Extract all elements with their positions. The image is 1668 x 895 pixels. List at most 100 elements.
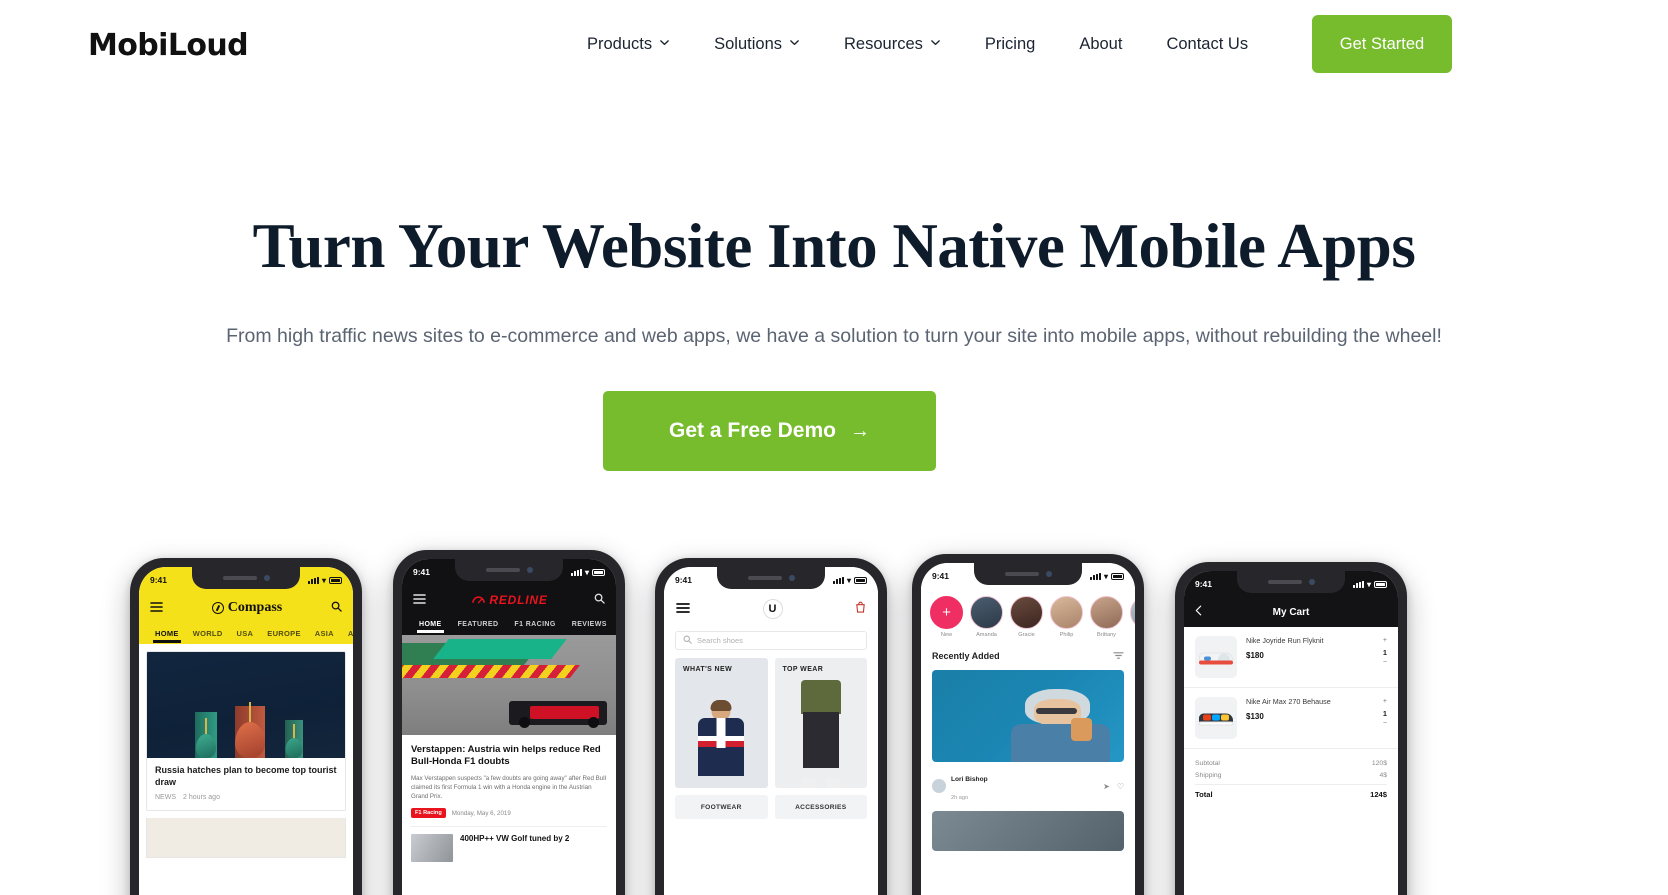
heart-icon[interactable]: ♡ [1117, 782, 1124, 791]
page-title: Turn Your Website Into Native Mobile App… [252, 211, 1416, 281]
phone-mockup-u-shop-app: 9:41 ▾ U Search shoes WHAT'S NEW TOP WEA… [655, 558, 887, 895]
get-started-button[interactable]: Get Started [1312, 15, 1452, 73]
tab-world[interactable]: WORLD [186, 629, 230, 638]
signal-icon [1089, 572, 1101, 580]
speaker-icon [747, 576, 782, 580]
tab-usa[interactable]: USA [230, 629, 261, 638]
post-author: Lori Bishop [951, 776, 988, 783]
article-title: Verstappen: Austria win helps reduce Red… [411, 744, 601, 768]
article-card[interactable]: Russia hatches plan to become top touris… [146, 651, 346, 811]
category-card-whats-new[interactable]: WHAT'S NEW [675, 658, 768, 788]
battery-icon [329, 576, 342, 584]
story-item-extra[interactable]: L [1130, 596, 1135, 638]
product-price: $130 [1246, 712, 1264, 722]
next-article-row[interactable]: 400HP++ VW Golf tuned by 2 [411, 826, 607, 863]
get-a-free-demo-button[interactable]: Get a Free Demo → [603, 391, 936, 471]
decrease-button[interactable]: − [1383, 720, 1387, 727]
nav-item-about[interactable]: About [1057, 0, 1144, 88]
category-card-footwear[interactable]: FOOTWEAR [675, 795, 768, 819]
search-input[interactable]: Search shoes [675, 631, 867, 650]
tab-asia[interactable]: ASIA [308, 629, 341, 638]
battery-icon [1111, 572, 1124, 580]
increase-button[interactable]: + [1383, 637, 1387, 644]
nav-item-solutions[interactable]: Solutions [692, 0, 822, 88]
nav-item-pricing[interactable]: Pricing [963, 0, 1057, 88]
cart-item[interactable]: Nike Joyride Run Flyknit $180 + 1 − [1184, 627, 1398, 688]
nav-label: Contact Us [1166, 35, 1249, 53]
site-logo[interactable]: MobiLoud [88, 28, 249, 63]
tab-africa[interactable]: AFR [341, 629, 353, 638]
category-tabs: HOME WORLD USA EUROPE ASIA AFR [139, 622, 353, 644]
app-brand: REDLINE [472, 593, 547, 607]
hamburger-icon[interactable] [413, 591, 426, 609]
category-label: WHAT'S NEW [683, 666, 733, 673]
wifi-icon: ▾ [584, 567, 589, 577]
landing-page: MobiLoud Products Solutions Resources Pr… [0, 0, 1668, 895]
phone-notch [192, 567, 300, 589]
app-bar: Compass [139, 593, 353, 622]
status-time: 9:41 [413, 567, 431, 577]
summary-value: 124$ [1370, 790, 1387, 799]
category-tabs: HOME FEATURED F1 RACING REVIEWS [402, 614, 616, 635]
stories-row: + New Amanda Gracie Philip Brittany [921, 589, 1135, 638]
story-item-philip[interactable]: Philip [1050, 596, 1083, 638]
story-label: L [1130, 632, 1135, 638]
search-icon[interactable] [594, 591, 605, 609]
search-icon[interactable] [331, 599, 342, 617]
summary-label: Total [1195, 790, 1213, 799]
nav-item-products[interactable]: Products [565, 0, 692, 88]
hamburger-icon[interactable] [150, 599, 163, 617]
quantity-stepper[interactable]: + 1 − [1383, 697, 1387, 729]
tab-featured[interactable]: FEATURED [450, 621, 507, 628]
post-image-secondary[interactable] [932, 811, 1124, 851]
story-item-amanda[interactable]: Amanda [970, 596, 1003, 638]
category-card-top-wear[interactable]: TOP WEAR [774, 658, 867, 788]
tab-home[interactable]: HOME [411, 621, 450, 633]
camera-icon [263, 575, 270, 581]
bag-icon[interactable] [855, 600, 866, 618]
story-item-gracie[interactable]: Gracie [1010, 596, 1043, 638]
quantity-value: 1 [1382, 647, 1387, 657]
tab-home[interactable]: HOME [148, 629, 186, 643]
status-icons: ▾ [570, 567, 605, 577]
status-time: 9:41 [932, 571, 950, 581]
story-item-brittany[interactable]: Brittany [1090, 596, 1123, 638]
phone-mockup-social-feed-app: 9:41 ▾ + New Amanda Gracie Philip Britta… [912, 554, 1144, 895]
app-bar: My Cart [1184, 597, 1398, 627]
category-card-accessories[interactable]: ACCESSORIES [774, 795, 867, 819]
hamburger-icon[interactable] [676, 600, 690, 618]
tab-europe[interactable]: EUROPE [260, 629, 307, 638]
category-tag: F1 Racing [411, 808, 446, 819]
post-image[interactable] [932, 670, 1124, 762]
filter-icon[interactable] [1113, 647, 1124, 665]
nav-item-resources[interactable]: Resources [822, 0, 963, 88]
summary-row-total: Total 124$ [1195, 784, 1387, 802]
section-header: Recently Added [921, 638, 1135, 670]
article-card-secondary[interactable] [146, 817, 346, 858]
summary-row-subtotal: Subtotal 120$ [1195, 757, 1387, 769]
nav-item-contact-us[interactable]: Contact Us [1144, 0, 1270, 88]
chevron-left-icon[interactable] [1195, 605, 1202, 619]
camera-icon [526, 567, 533, 573]
tab-f1-racing[interactable]: F1 RACING [506, 621, 563, 628]
signal-icon [832, 576, 844, 584]
arrow-right-icon: → [849, 420, 870, 442]
tab-reviews[interactable]: REVIEWS [564, 621, 615, 628]
story-label: Philip [1059, 632, 1074, 638]
increase-button[interactable]: + [1383, 698, 1387, 705]
post-author-block: Lori Bishop 2h ago [951, 768, 988, 804]
cart-item[interactable]: Nike Air Max 270 Behause $130 + 1 − [1184, 688, 1398, 749]
article-time: 2 hours ago [183, 793, 220, 801]
summary-row-shipping: Shipping 4$ [1195, 769, 1387, 781]
status-icons: ▾ [1089, 572, 1124, 581]
decrease-button[interactable]: − [1383, 659, 1387, 666]
plus-icon: + [930, 596, 963, 629]
battery-icon [854, 576, 867, 584]
send-icon[interactable]: ➤ [1103, 782, 1110, 791]
story-item-new[interactable]: + New [930, 596, 963, 638]
category-grid: WHAT'S NEW TOP WEAR [675, 658, 867, 788]
main-navigation: Products Solutions Resources Pricing Abo… [565, 0, 1270, 88]
phone-mockup-redline-f1-app: 9:41 ▾ REDLINE HOME FEATURED F1 RACING R… [393, 550, 625, 895]
quantity-stepper[interactable]: + 1 − [1383, 636, 1387, 668]
phone-screen: 9:41 ▾ REDLINE HOME FEATURED F1 RACING R… [402, 559, 616, 895]
